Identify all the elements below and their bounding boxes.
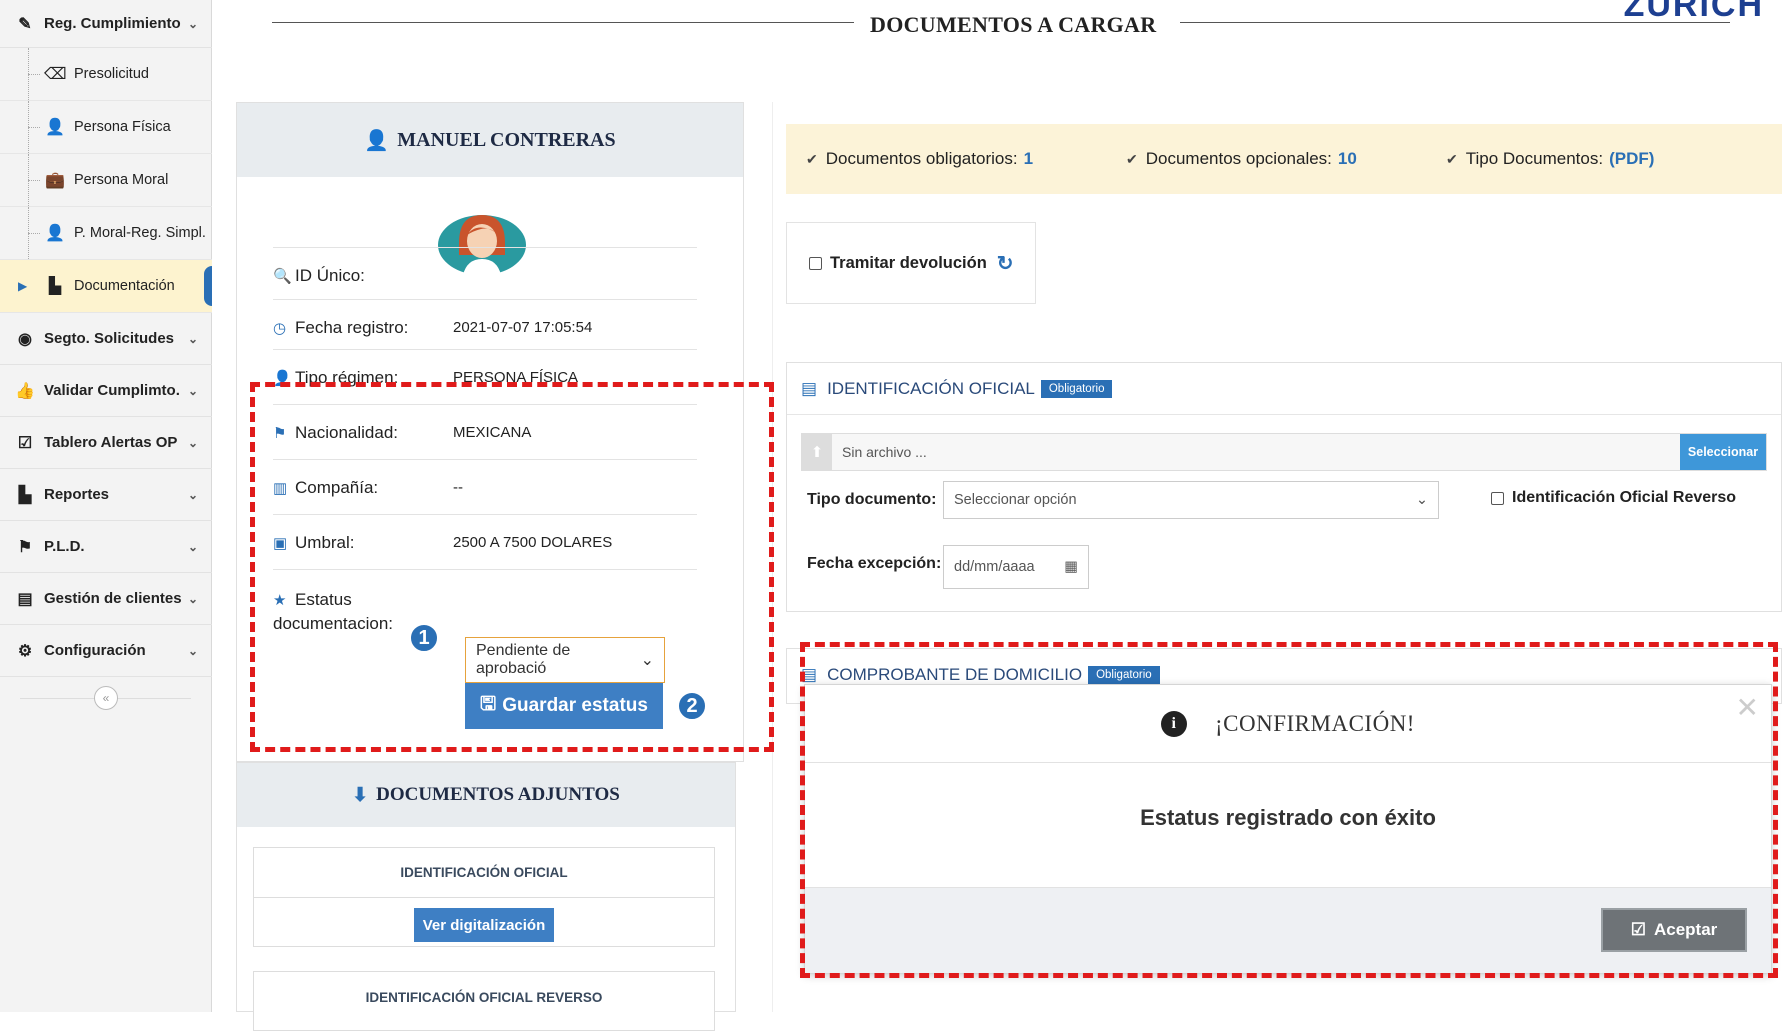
sidebar-item-gestion-clientes[interactable]: ▤ Gestión de clientes ⌄	[0, 573, 212, 625]
sidebar-item-tablero-alertas[interactable]: ☑ Tablero Alertas OP ⌄	[0, 417, 212, 469]
brand-logo: ZURICH	[1623, 0, 1764, 24]
user-icon: 👤	[45, 119, 65, 136]
sidebar-item-persona-moral[interactable]: 💼 Persona Moral	[0, 154, 212, 207]
list-icon: ▤	[17, 590, 33, 608]
calendar-icon: ▦	[1064, 559, 1078, 575]
info-bar: ✔ Documentos obligatorios: 1 ✔ Documento…	[786, 124, 1782, 194]
fecha-excepcion-input[interactable]: dd/mm/aaaa ▦	[943, 545, 1089, 589]
download-icon: ⬇	[352, 784, 369, 806]
checkbox[interactable]	[1491, 491, 1504, 505]
profile-name: MANUEL CONTRERAS	[397, 128, 616, 151]
sidebar-item-label: P.L.D.	[44, 538, 85, 555]
chevron-down-icon: ⌄	[187, 591, 198, 606]
attachments-panel: ⬇ DOCUMENTOS ADJUNTOS IDENTIFICACIÓN OFI…	[236, 762, 736, 1031]
check-circle-icon: ✔	[806, 150, 818, 167]
title-rule-left	[272, 22, 854, 23]
sidebar-item-label: Persona Física	[74, 119, 171, 135]
user-icon: 👤	[364, 129, 390, 152]
sidebar-item-label: Segto. Solicitudes	[44, 330, 175, 347]
view-scan-button[interactable]: Ver digitalización	[414, 908, 554, 942]
attachment-card: IDENTIFICACIÓN OFICIAL Ver digitalizació…	[253, 847, 715, 947]
active-indicator	[204, 266, 212, 306]
highlight-box-confirmation	[800, 642, 1778, 978]
sidebar-item-validar-cumplimto[interactable]: 👍 Validar Cumplimto. ⌄	[0, 365, 212, 417]
sidebar-item-reg-cumplimiento[interactable]: ✎ Reg. Cumplimiento ⌄	[0, 0, 212, 48]
attachment-card: IDENTIFICACIÓN OFICIAL REVERSO	[253, 971, 715, 1031]
sidebar-item-segto-solicitudes[interactable]: ◉ Segto. Solicitudes ⌄	[0, 313, 212, 365]
sidebar-item-label: Reg. Cumplimiento	[44, 15, 181, 32]
briefcase-icon: 💼	[45, 172, 65, 189]
section-identificacion-oficial: ▤ IDENTIFICACIÓN OFICIAL Obligatorio ⬆ S…	[786, 362, 1782, 612]
document-icon: ▤	[801, 378, 818, 398]
highlight-box-status	[250, 382, 774, 752]
select-file-button[interactable]: Seleccionar	[1680, 434, 1766, 470]
check-circle-icon: ✔	[1446, 150, 1458, 167]
clock-icon: ◷	[273, 319, 287, 337]
chevron-down-icon: ⌄	[187, 643, 198, 658]
attachments-header: ⬇ DOCUMENTOS ADJUNTOS	[237, 763, 735, 827]
info-opcionales: ✔ Documentos opcionales: 10	[1126, 149, 1357, 168]
chevron-down-icon: ⌄	[187, 539, 198, 554]
tipo-documento-select[interactable]: Seleccionar opción ⌄	[943, 481, 1439, 519]
sidebar-item-persona-fisica[interactable]: 👤 Persona Física	[0, 101, 212, 154]
pencil-icon: ✎	[18, 15, 32, 33]
chevron-down-icon: ⌄	[187, 435, 198, 450]
reverso-checkbox[interactable]: Identificación Oficial Reverso	[1491, 489, 1736, 507]
file-input[interactable]: ⬆ Sin archivo ... Seleccionar	[801, 433, 1767, 471]
sidebar-item-label: Tablero Alertas OP	[44, 434, 178, 451]
refresh-icon[interactable]: ↻	[997, 251, 1014, 276]
check-circle-icon: ✔	[1126, 150, 1138, 167]
user-icon: 👤	[45, 225, 65, 242]
tramitar-devolucion-checkbox[interactable]: Tramitar devolución ↻	[786, 222, 1036, 304]
sidebar-item-label: Persona Moral	[74, 172, 169, 188]
sidebar-item-label: P. Moral-Reg. Simpl.	[74, 225, 206, 241]
sidebar-item-label: Gestión de clientes	[44, 590, 182, 607]
sidebar-item-p-moral-reg-simpl[interactable]: 👤 P. Moral-Reg. Simpl.	[0, 207, 212, 260]
sidebar: ✎ Reg. Cumplimiento ⌄ ⌫ Presolicitud 👤 P…	[0, 0, 212, 1012]
file-icon: ▙	[18, 486, 32, 504]
file-icon: ▙	[48, 278, 62, 295]
fecha-excepcion-label: Fecha excepción:	[807, 555, 942, 572]
check-square-icon: ☑	[17, 434, 33, 452]
flag-icon: ⚑	[17, 538, 33, 556]
required-badge: Obligatorio	[1040, 379, 1113, 398]
chevron-down-icon: ⌄	[1415, 492, 1428, 508]
sidebar-item-configuracion[interactable]: ⚙ Configuración ⌄	[0, 625, 212, 677]
sidebar-item-label: Presolicitud	[74, 66, 149, 82]
info-obligatorios: ✔ Documentos obligatorios: 1	[806, 149, 1034, 168]
sidebar-item-label: Validar Cumplimto.	[44, 382, 180, 399]
section-header: ▤ IDENTIFICACIÓN OFICIAL Obligatorio	[787, 363, 1781, 415]
gears-icon: ⚙	[17, 642, 33, 660]
info-tipo-documentos: ✔ Tipo Documentos: (PDF)	[1446, 149, 1655, 168]
sidebar-item-pld[interactable]: ⚑ P.L.D. ⌄	[0, 521, 212, 573]
chevron-down-icon: ⌄	[187, 487, 198, 502]
key-icon: 🔍	[273, 267, 292, 285]
checkbox[interactable]	[809, 256, 822, 270]
chevron-down-icon: ⌄	[187, 16, 198, 31]
sidebar-item-label: Documentación	[74, 278, 175, 294]
collapse-sidebar-button[interactable]: «	[94, 686, 118, 710]
profile-row-fecha: ◷ Fecha registro: 2021-07-07 17:05:54	[273, 299, 697, 355]
eraser-icon: ⌫	[44, 66, 67, 83]
sidebar-item-documentacion[interactable]: ▶ ▙ Documentación	[0, 260, 212, 313]
chevron-down-icon: ⌄	[187, 383, 198, 398]
sidebar-item-label: Reportes	[44, 486, 110, 503]
sidebar-item-presolicitud[interactable]: ⌫ Presolicitud	[0, 48, 212, 101]
profile-header: 👤 MANUEL CONTRERAS	[237, 103, 743, 177]
tipo-documento-label: Tipo documento:	[807, 491, 937, 508]
page-title: DOCUMENTOS A CARGAR	[870, 12, 1157, 37]
sidebar-item-label: Configuración	[44, 642, 146, 659]
profile-row-id: 🔍 ID Único:	[273, 247, 697, 303]
eye-icon: ◉	[18, 330, 32, 348]
thumbs-up-icon: 👍	[15, 382, 35, 400]
caret-right-icon: ▶	[18, 279, 28, 293]
sidebar-item-reportes[interactable]: ▙ Reportes ⌄	[0, 469, 212, 521]
upload-icon: ⬆	[802, 433, 832, 471]
chevron-down-icon: ⌄	[187, 331, 198, 346]
